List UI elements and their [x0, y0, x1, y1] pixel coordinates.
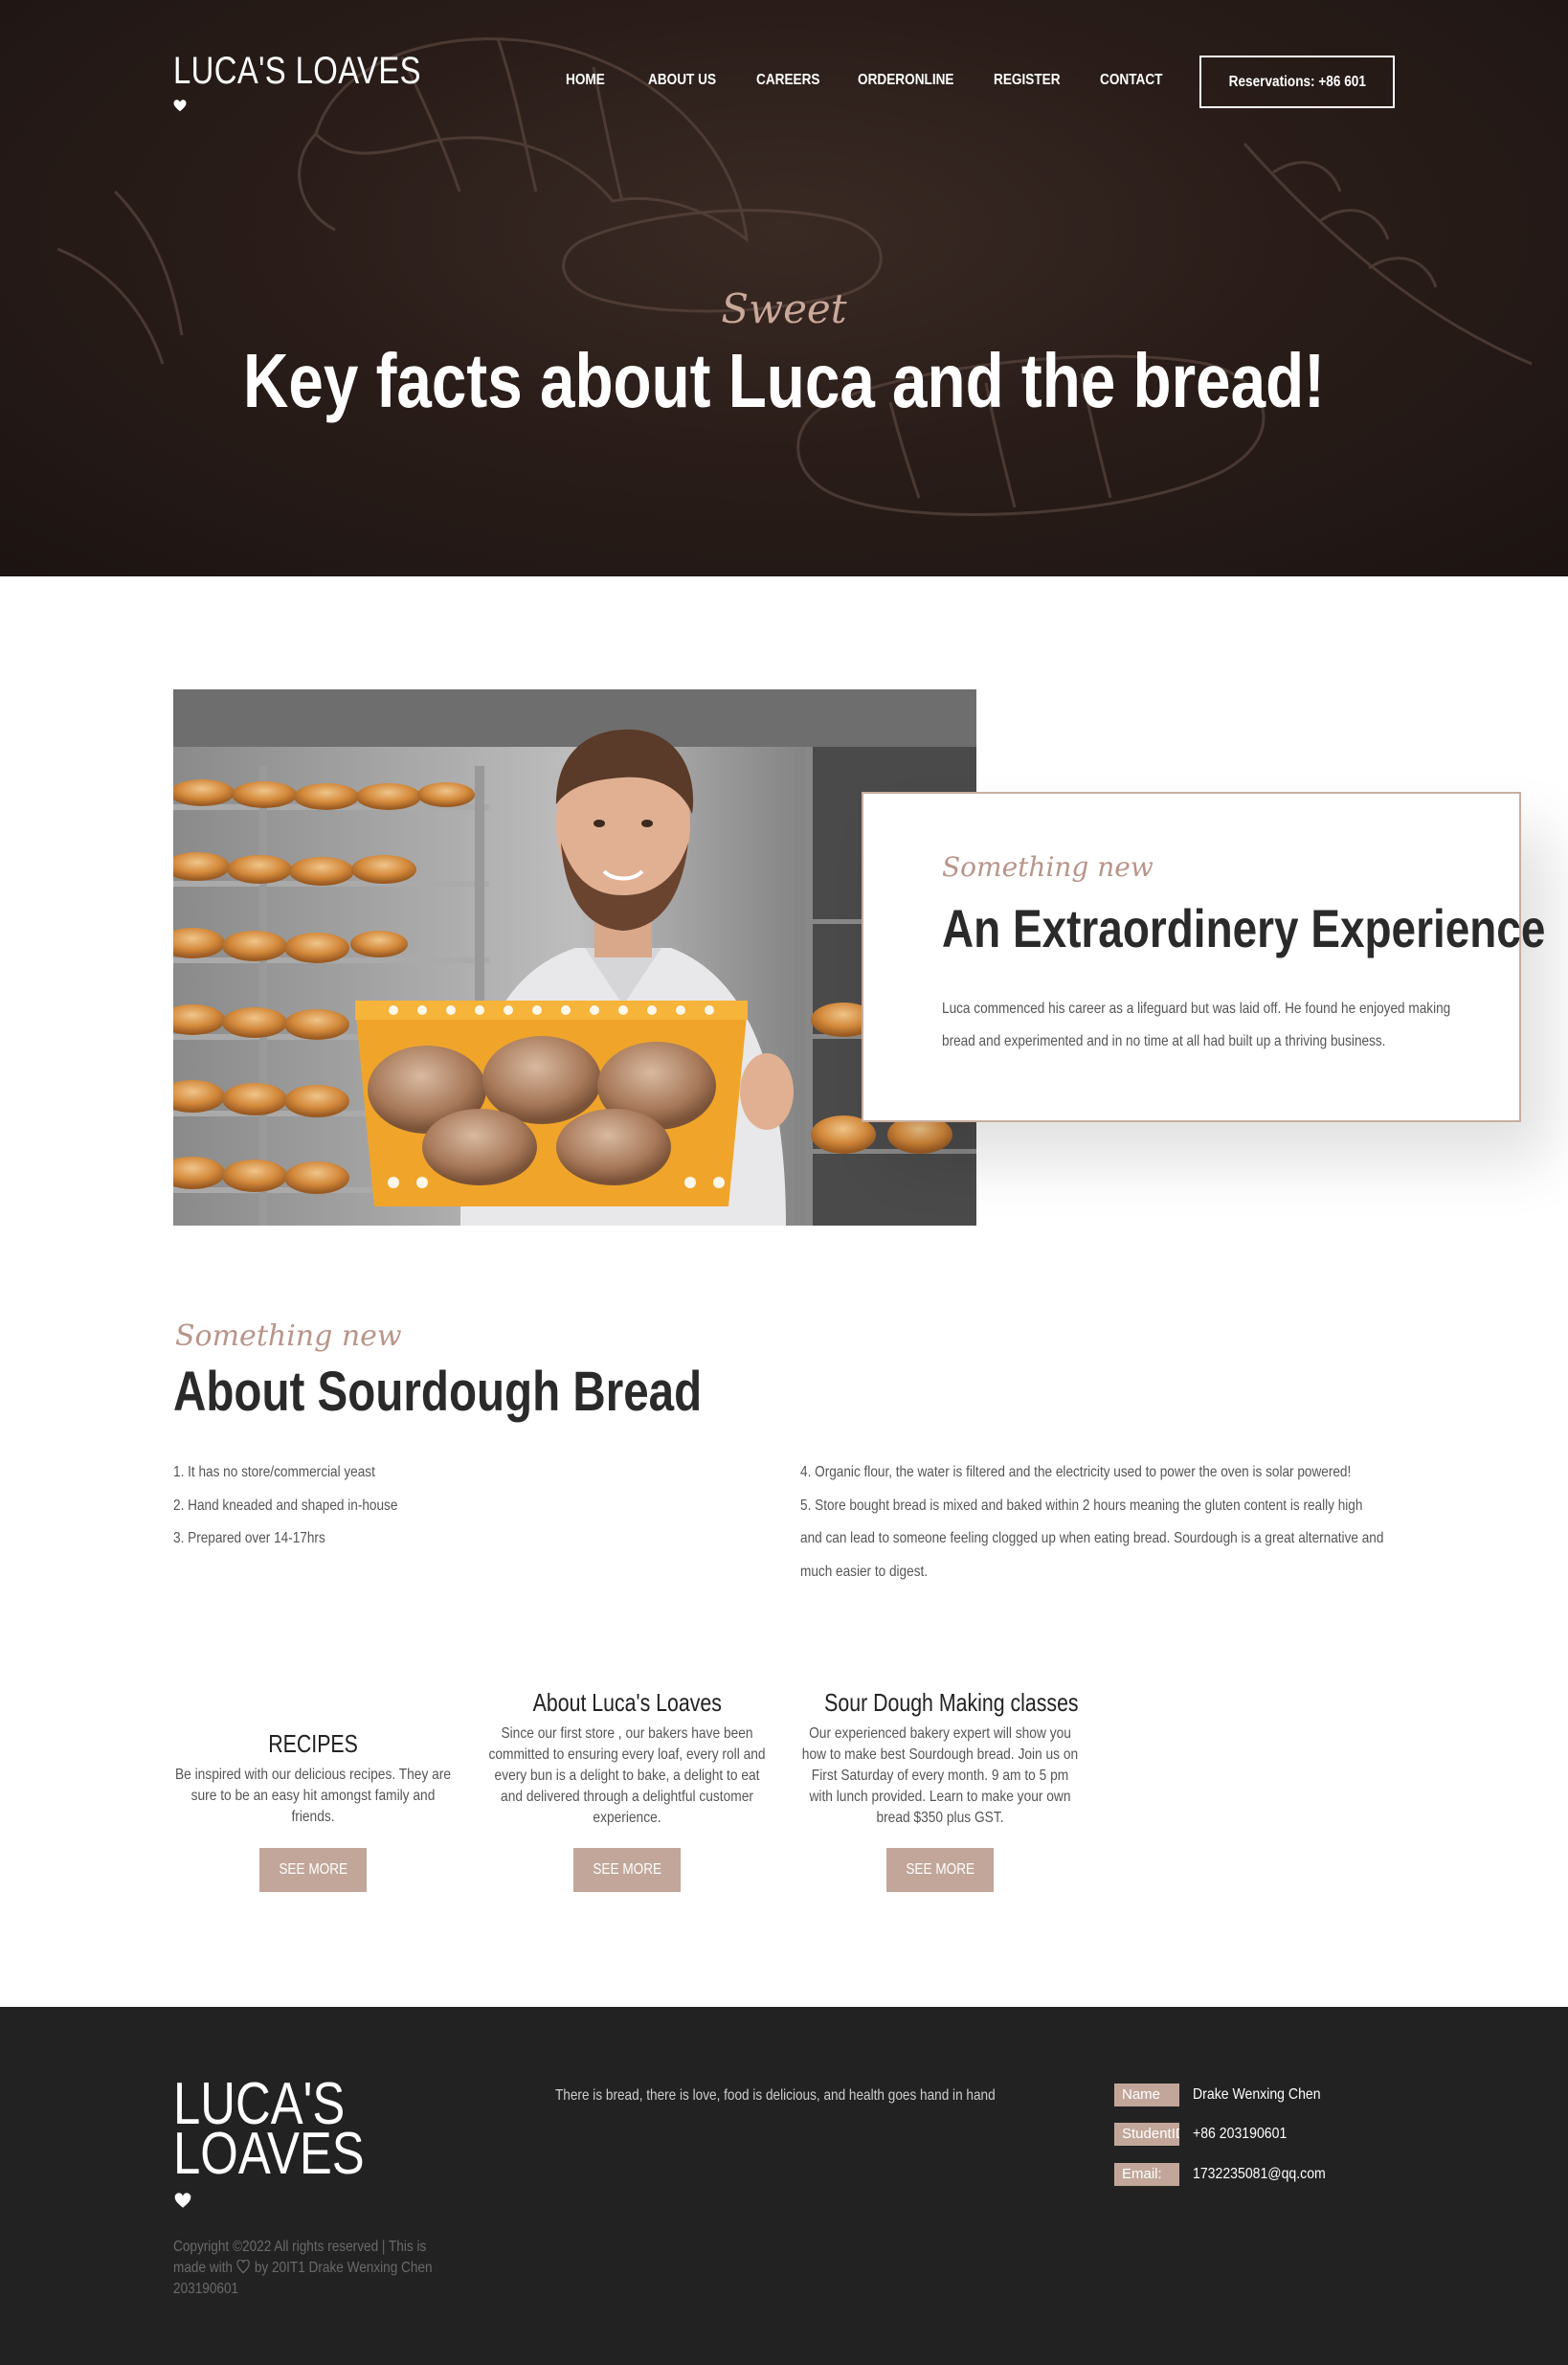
button-label: SEE MORE [906, 1861, 974, 1878]
fact-item: 5. Store bought bread is mixed and baked… [800, 1497, 1384, 1580]
info-label: Email: [1114, 2163, 1179, 2186]
heart-icon [173, 100, 187, 112]
nav-contact[interactable]: CONTACT [1100, 72, 1162, 89]
footer-logo[interactable]: LUCA'S LOAVES [173, 2075, 365, 2184]
card-text: Since our first store , our bakers have … [488, 1725, 766, 1826]
card-title: About Luca's Loaves [532, 1688, 722, 1717]
sourdough-facts-right: 4. Organic flour, the water is filtered … [800, 1456, 1386, 1588]
reservations-label: Reservations: +86 601 [1228, 73, 1366, 90]
experience-card: Something new An Extraordinery Experienc… [862, 792, 1545, 1122]
hero-script-text: Sweet [721, 285, 847, 332]
fact-item: 4. Organic flour, the water is filtered … [800, 1464, 1352, 1480]
nav-about-us[interactable]: ABOUT US [648, 72, 716, 89]
baker-photo [173, 689, 976, 1226]
footer-copyright: Copyright ©2022 All rights reserved | Th… [173, 2239, 433, 2297]
site-logo[interactable]: LUCA'S LOAVES [173, 50, 421, 93]
sourdough-title: About Sourdough Bread [173, 1361, 703, 1423]
heart-outline-icon [236, 2259, 251, 2274]
info-label: StudentID: [1114, 2123, 1179, 2146]
about-see-more-button[interactable]: SEE MORE [573, 1848, 681, 1892]
card-text: Be inspired with our delicious recipes. … [174, 1767, 452, 1825]
button-label: SEE MORE [279, 1861, 347, 1878]
button-label: SEE MORE [593, 1861, 661, 1878]
info-value: +86 203190601 [1193, 2126, 1288, 2142]
sourdough-script: Something new [175, 1319, 402, 1353]
experience-script: Something new [942, 851, 1154, 883]
hero-section: LUCA'S LOAVES HOME ABOUT US CAREERS ORDE… [0, 0, 1568, 576]
card-title: RECIPES [268, 1729, 358, 1758]
classes-card: Sour Dough Making classes Our experience… [796, 1688, 1084, 1829]
card-text: Our experienced bakery expert will show … [801, 1725, 1079, 1826]
recipes-see-more-button[interactable]: SEE MORE [259, 1848, 367, 1892]
footer-tagline: There is bread, there is love, food is d… [555, 2087, 996, 2104]
site-footer: LUCA'S LOAVES Copyright ©2022 All rights… [0, 2007, 1568, 2365]
about-card: About Luca's Loaves Since our first stor… [483, 1688, 771, 1829]
experience-text: Luca commenced his career as a lifeguard… [942, 1001, 1451, 1049]
heart-icon [174, 2193, 191, 2208]
info-value[interactable]: 1732235081@qq.com [1193, 2163, 1326, 2186]
reservations-button[interactable]: Reservations: +86 601 [1199, 56, 1395, 108]
fact-item: 1. It has no store/commercial yeast [173, 1464, 375, 1480]
nav-home[interactable]: HOME [566, 72, 605, 89]
nav-careers[interactable]: CAREERS [756, 72, 819, 89]
info-label: Name [1114, 2083, 1179, 2106]
nav-register[interactable]: REGISTER [994, 72, 1061, 89]
nav-order-online[interactable]: ORDERONLINE [858, 72, 953, 89]
classes-see-more-button[interactable]: SEE MORE [886, 1848, 994, 1892]
experience-title: An Extraordinery Experience [942, 898, 1546, 958]
fact-item: 2. Hand kneaded and shaped in-house [173, 1497, 398, 1514]
info-value: Drake Wenxing Chen [1193, 2086, 1321, 2103]
recipes-card: RECIPES Be inspired with our delicious r… [169, 1729, 457, 1828]
sourdough-facts-left: 1. It has no store/commercial yeast 2. H… [173, 1456, 580, 1556]
fact-item: 3. Prepared over 14-17hrs [173, 1530, 325, 1546]
card-title: Sour Dough Making classes [824, 1688, 1079, 1717]
hero-title: Key facts about Luca and the bread! [242, 338, 1325, 423]
